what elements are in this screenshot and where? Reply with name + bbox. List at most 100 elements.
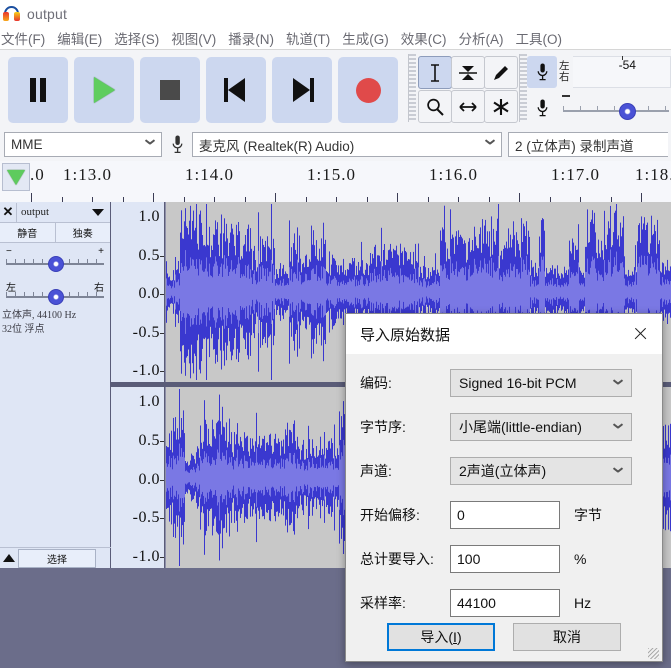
timeline-label-2: 1:14.0	[185, 165, 234, 184]
i-beam-icon	[431, 63, 439, 82]
stop-button[interactable]	[140, 57, 200, 123]
menu-item-4[interactable]: 播录(N)	[222, 28, 280, 48]
dialog-body: 采样率: 44100 Hz 总计要导入: 100% 开始偏移: 0 字节 声道: 2声道(立体声)…	[346, 354, 662, 661]
gain-slider-thumb[interactable]	[48, 256, 64, 272]
mute-button[interactable]: 静音	[0, 223, 56, 242]
multi-tool[interactable]	[484, 90, 518, 123]
timeline-label-5: 1:17.0	[551, 165, 600, 184]
menu-item-0[interactable]: 文件(F)	[0, 28, 51, 48]
transport-toolbar	[0, 52, 408, 126]
pan-slider[interactable]: 左 右	[4, 279, 106, 309]
skip-to-start-button[interactable]	[206, 57, 266, 123]
envelope-tool[interactable]	[451, 56, 485, 89]
dialog-input-3[interactable]: 0	[450, 501, 560, 529]
menu-item-6[interactable]: 生成(G)	[336, 28, 395, 48]
input-device-select[interactable]: 麦克风 (Realtek(R) Audio)	[192, 132, 502, 157]
vruler-tick	[160, 371, 164, 372]
solo-button[interactable]: 独奏	[55, 223, 110, 242]
audio-host-select[interactable]: MME	[4, 132, 162, 157]
dialog-button-row: 导入(I) 取消	[346, 623, 662, 651]
recording-meter-toolbar[interactable]: 左 右 -54	[527, 55, 671, 88]
pause-icon	[29, 78, 47, 102]
track-button-row: 静音 独奏	[0, 223, 110, 243]
dialog-select-1[interactable]: 小尾端(little-endian)	[450, 413, 632, 441]
input-channels-select[interactable]: 2 (立体声) 录制声道	[508, 132, 668, 157]
vruler-tick	[160, 294, 164, 295]
import-button[interactable]: 导入(I)	[387, 623, 495, 651]
track-menu-caret-icon[interactable]	[92, 208, 104, 216]
resize-grip-icon[interactable]	[648, 648, 659, 659]
input-channels-value: 2 (立体声) 录制声道	[515, 138, 634, 154]
timeline-label-0: .0	[30, 165, 45, 184]
dialog-unit-4: %	[574, 551, 587, 567]
dialog-input-4[interactable]: 100	[450, 545, 560, 573]
window-title: output	[27, 5, 68, 22]
dialog-field-label-1: 字节序:	[360, 419, 406, 435]
vruler-label: 1.0	[138, 393, 160, 410]
meter-right-label: 右	[559, 70, 570, 83]
menu-item-5[interactable]: 轨道(T)	[280, 28, 336, 48]
collapse-up-icon[interactable]	[0, 549, 18, 568]
select-track-button[interactable]: 选择	[18, 548, 96, 568]
slider-thumb[interactable]	[619, 102, 636, 120]
meter-toolbar-grip[interactable]	[519, 54, 527, 122]
track-header: ✕ output	[0, 202, 110, 223]
envelope-icon	[459, 65, 477, 80]
recording-meter-button[interactable]	[527, 55, 557, 88]
meter-channel-labels: 左 右	[559, 59, 573, 83]
gain-min-label: −	[6, 246, 12, 257]
meter-left-label: 左	[559, 59, 570, 72]
vruler-tick	[160, 332, 164, 334]
chevron-down-icon	[614, 381, 622, 386]
timeline-tick	[641, 193, 642, 202]
mixer-toolbar[interactable]	[527, 91, 671, 124]
dialog-select-2[interactable]: 2声道(立体声)	[450, 457, 632, 485]
dialog-input-value-3: 0	[457, 507, 465, 523]
vruler-label: -1.0	[132, 362, 160, 379]
play-button[interactable]	[74, 57, 134, 123]
timeline-ruler[interactable]: .0 1:13.0 1:14.0 1:15.0 1:16.0 1:17.0 1:18.	[0, 161, 671, 203]
mixer-input-icon-button[interactable]	[527, 91, 557, 124]
timeline-tick	[31, 193, 32, 202]
close-track-icon[interactable]: ✕	[0, 202, 17, 222]
zoom-tool[interactable]	[418, 90, 452, 123]
dialog-input-value-5: 44100	[457, 595, 496, 611]
dialog-field-row-1: 字节序: 小尾端(little-endian)	[346, 412, 662, 442]
gain-slider[interactable]: − +	[4, 246, 106, 276]
dialog-select-value-2: 2声道(立体声)	[459, 463, 547, 479]
audacity-window: output 文件(F) 编辑(E) 选择(S) 视图(V) 播录(N) 轨道(T) 生成(…	[0, 0, 671, 668]
pinned-play-head-button[interactable]	[2, 163, 30, 191]
dialog-unit-3: 字节	[574, 507, 602, 523]
vertical-ruler-channel-1: 1.0 0.5 0.0 -0.5 -1.0	[111, 202, 165, 382]
selection-tool[interactable]	[418, 56, 452, 89]
menu-item-9[interactable]: 工具(O)	[510, 28, 569, 48]
title-bar: output	[0, 0, 671, 27]
dialog-field-label-0: 编码:	[360, 375, 392, 391]
cancel-button[interactable]: 取消	[513, 623, 621, 651]
draw-tool[interactable]	[484, 56, 518, 89]
close-icon[interactable]	[618, 314, 662, 354]
pan-slider-thumb[interactable]	[48, 289, 64, 305]
record-icon	[355, 77, 381, 103]
meter-toolbars: 左 右 -54	[519, 52, 671, 126]
menu-item-2[interactable]: 选择(S)	[108, 28, 165, 48]
skip-to-end-button[interactable]	[272, 57, 332, 123]
pause-button[interactable]	[8, 57, 68, 123]
import-button-prefix: 导入(	[420, 629, 454, 645]
dialog-select-0[interactable]: Signed 16-bit PCM	[450, 369, 632, 397]
vertical-ruler-channel-2: 1.0 0.5 0.0 -0.5 -1.0	[111, 387, 165, 568]
input-volume-slider[interactable]	[557, 93, 671, 123]
record-button[interactable]	[338, 57, 398, 123]
time-shift-tool[interactable]	[451, 90, 485, 123]
menu-item-1[interactable]: 编辑(E)	[51, 28, 108, 48]
dialog-input-5[interactable]: 44100	[450, 589, 560, 617]
skip-end-icon	[290, 78, 314, 102]
recording-meter-bar[interactable]: -54	[573, 55, 671, 88]
menu-item-8[interactable]: 分析(A)	[453, 28, 510, 48]
device-toolbar: MME 麦克风 (Realtek(R) Audio) 2 (立体声) 录制声道	[0, 128, 671, 162]
menu-item-3[interactable]: 视图(V)	[165, 28, 222, 48]
dialog-field-label-3: 开始偏移:	[360, 507, 420, 523]
menu-item-7[interactable]: 效果(C)	[395, 28, 453, 48]
toolbar-grip[interactable]	[408, 54, 416, 122]
track-panel-footer: 选择	[0, 547, 111, 568]
